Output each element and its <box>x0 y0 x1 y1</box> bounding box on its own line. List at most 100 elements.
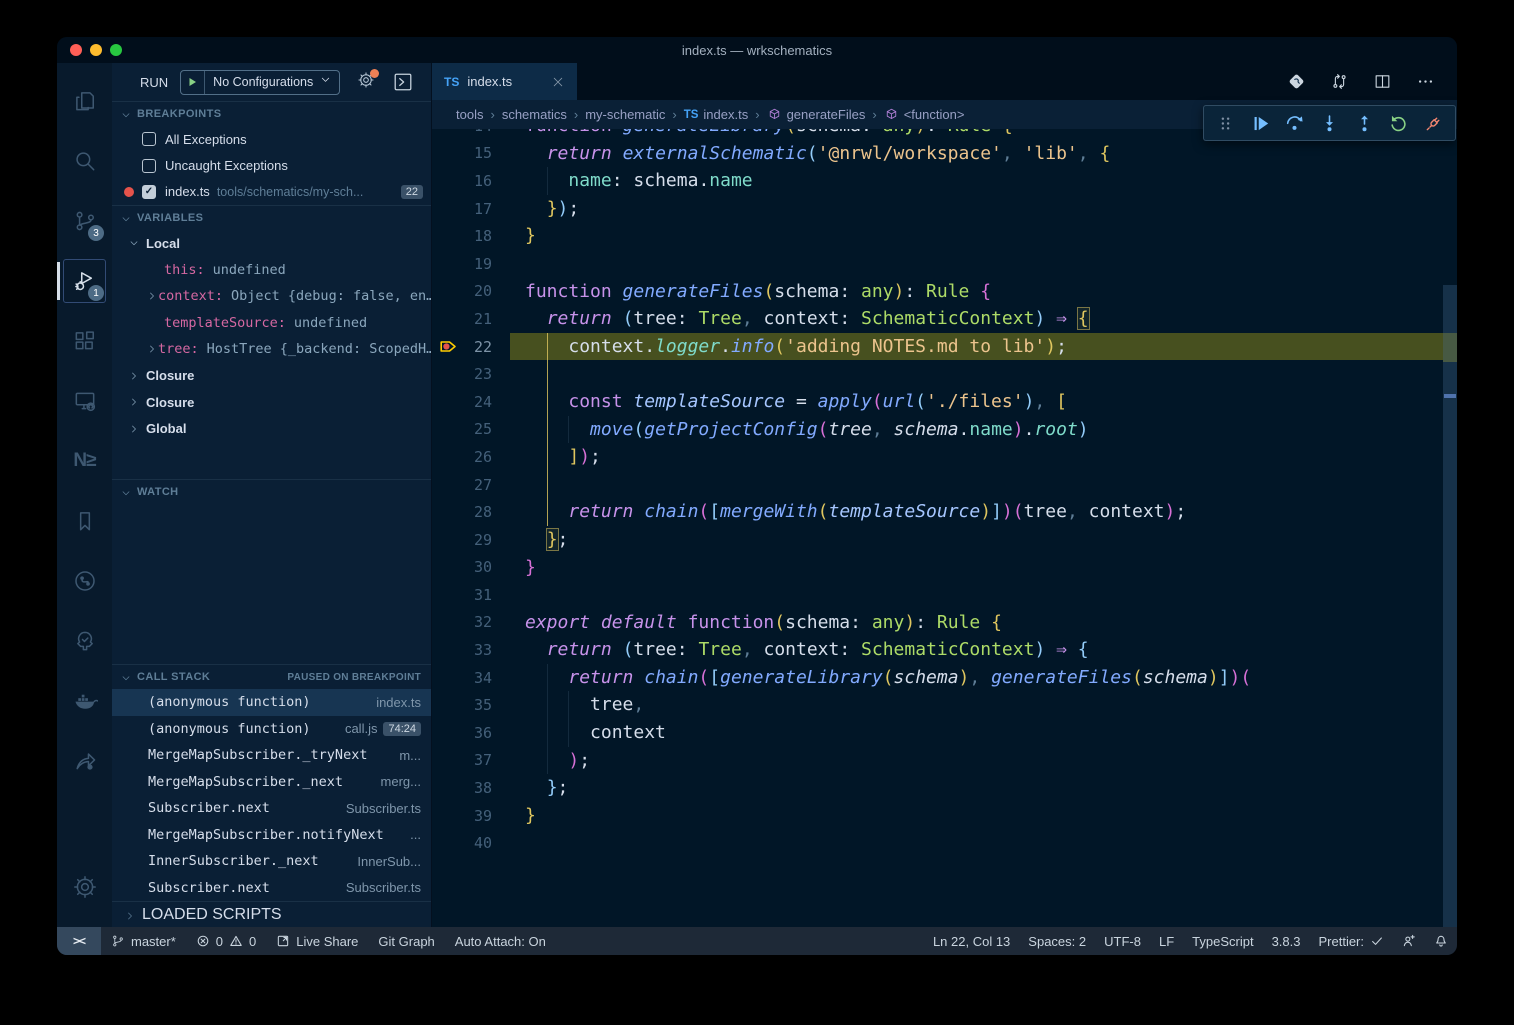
code-line[interactable]: 26 ]); <box>432 443 1457 471</box>
code-line[interactable]: 18} <box>432 222 1457 250</box>
activity-item-git-graph-circle[interactable] <box>57 551 112 611</box>
call-stack-frame[interactable]: MergeMapSubscriber.notifyNext... <box>112 822 431 849</box>
activity-item-share[interactable] <box>57 731 112 791</box>
gutter-line-34[interactable]: 34 <box>432 664 510 692</box>
loaded-scripts-header[interactable]: LOADED SCRIPTS <box>112 901 431 927</box>
breakpoint-checkbox[interactable]: ✓ <box>142 185 156 199</box>
code-line[interactable]: 37 ); <box>432 747 1457 775</box>
breadcrumb-item[interactable]: tools <box>456 107 483 122</box>
code-line[interactable]: 22 context.logger.info('adding NOTES.md … <box>432 333 1457 361</box>
code-text[interactable]: name: schema.name <box>510 167 1457 195</box>
activity-item-search[interactable] <box>57 131 112 191</box>
code-text[interactable]: tree, <box>510 691 1457 719</box>
drag-grip-icon[interactable] <box>1213 110 1239 136</box>
code-line[interactable]: 31 <box>432 581 1457 609</box>
variable-scope-global[interactable]: Global <box>112 416 431 443</box>
activity-item-bookmarks[interactable] <box>57 491 112 551</box>
code-text[interactable]: } <box>510 554 1457 582</box>
step-out-icon[interactable] <box>1351 110 1377 136</box>
gutter-line-30[interactable]: 30 <box>432 554 510 582</box>
code-viewport[interactable]: 14function generateLibrary(schema: any):… <box>432 129 1457 927</box>
gutter-line-23[interactable]: 23 <box>432 360 510 388</box>
call-stack-frame[interactable]: MergeMapSubscriber._nextmerg... <box>112 769 431 796</box>
step-over-icon[interactable] <box>1282 110 1308 136</box>
remote-indicator[interactable]: >< <box>57 927 101 955</box>
code-text[interactable] <box>510 360 1457 388</box>
gutter-line-20[interactable]: 20 <box>432 278 510 306</box>
code-text[interactable]: move(getProjectConfig(tree, schema.name)… <box>510 416 1457 444</box>
gutter-line-32[interactable]: 32 <box>432 609 510 637</box>
variables-header[interactable]: VARIABLES <box>112 206 431 230</box>
code-text[interactable]: } <box>510 802 1457 830</box>
call-stack-frame[interactable]: Subscriber.nextSubscriber.ts <box>112 875 431 902</box>
restart-icon[interactable] <box>1386 110 1412 136</box>
code-line[interactable]: 28 return chain([mergeWith(templateSourc… <box>432 498 1457 526</box>
code-line[interactable]: 21 return (tree: Tree, context: Schemati… <box>432 305 1457 333</box>
minimize-window-button[interactable] <box>90 44 102 56</box>
gutter-line-14[interactable]: 14 <box>432 129 510 140</box>
gutter-line-17[interactable]: 17 <box>432 195 510 223</box>
debug-toolbar[interactable] <box>1203 105 1456 141</box>
activity-item-remote-explorer[interactable] <box>57 371 112 431</box>
editor-scrollbar[interactable] <box>1443 129 1457 927</box>
statusbar-item-live-share[interactable]: Live Share <box>266 927 368 955</box>
gutter-line-24[interactable]: 24 <box>432 388 510 416</box>
activity-item-settings[interactable] <box>57 857 112 917</box>
breadcrumb-item[interactable]: <function> <box>884 107 965 122</box>
gutter-line-31[interactable]: 31 <box>432 581 510 609</box>
code-line[interactable]: 29 }; <box>432 526 1457 554</box>
code-text[interactable]: context <box>510 719 1457 747</box>
close-window-button[interactable] <box>70 44 82 56</box>
activity-item-files[interactable] <box>57 71 112 131</box>
variable-item[interactable]: templateSource:undefined <box>112 310 431 337</box>
statusbar-item-master-[interactable]: master* <box>101 927 186 955</box>
disconnect-icon[interactable] <box>1420 110 1446 136</box>
call-stack-frame[interactable]: (anonymous function)index.ts <box>112 689 431 716</box>
code-text[interactable]: } <box>510 222 1457 250</box>
gutter-line-37[interactable]: 37 <box>432 747 510 775</box>
statusbar-item-spaces-2[interactable]: Spaces: 2 <box>1019 927 1095 955</box>
continue-icon[interactable] <box>1247 110 1273 136</box>
code-line[interactable]: 15 return externalSchematic('@nrwl/works… <box>432 140 1457 168</box>
code-text[interactable]: export default function(schema: any): Ru… <box>510 609 1457 637</box>
statusbar-item-auto-attach-on[interactable]: Auto Attach: On <box>445 927 556 955</box>
gutter-line-22[interactable]: 22 <box>432 333 510 361</box>
gutter-line-39[interactable]: 39 <box>432 802 510 830</box>
launch-config-dropdown[interactable]: No Configurations <box>180 70 340 95</box>
code-line[interactable]: 36 context <box>432 719 1457 747</box>
variable-scope-local[interactable]: Local <box>112 230 431 257</box>
code-text[interactable] <box>510 250 1457 278</box>
code-line[interactable]: 32export default function(schema: any): … <box>432 609 1457 637</box>
gutter-line-18[interactable]: 18 <box>432 222 510 250</box>
statusbar-item-lf[interactable]: LF <box>1150 927 1183 955</box>
step-into-icon[interactable] <box>1317 110 1343 136</box>
maximize-window-button[interactable] <box>110 44 122 56</box>
activity-item-test-explorer[interactable] <box>57 611 112 671</box>
code-text[interactable]: ]); <box>510 443 1457 471</box>
breakpoint-checkbox[interactable] <box>142 159 156 173</box>
code-line[interactable]: 39} <box>432 802 1457 830</box>
configure-gear-button[interactable] <box>357 71 375 94</box>
code-text[interactable]: return chain([mergeWith(templateSource)]… <box>510 498 1457 526</box>
close-tab-icon[interactable] <box>551 75 565 89</box>
statusbar-item-3-8-3[interactable]: 3.8.3 <box>1263 927 1310 955</box>
call-stack-frame[interactable]: Subscriber.nextSubscriber.ts <box>112 795 431 822</box>
statusbar-item[interactable] <box>1393 927 1425 955</box>
gutter-line-21[interactable]: 21 <box>432 305 510 333</box>
gutter-line-16[interactable]: 16 <box>432 167 510 195</box>
gutter-line-27[interactable]: 27 <box>432 471 510 499</box>
variable-item[interactable]: tree:HostTree {_backend: ScopedH… <box>112 336 431 363</box>
gutter-line-38[interactable]: 38 <box>432 774 510 802</box>
breakpoint-checkbox[interactable] <box>142 132 156 146</box>
call-stack-frame[interactable]: (anonymous function)call.js74:24 <box>112 716 431 743</box>
statusbar-item-git-graph[interactable]: Git Graph <box>368 927 444 955</box>
traffic-lights[interactable] <box>70 44 122 56</box>
breadcrumb-item[interactable]: generateFiles <box>767 107 866 122</box>
variable-item[interactable]: this:undefined <box>112 257 431 284</box>
call-stack-header[interactable]: CALL STACK PAUSED ON BREAKPOINT <box>112 665 431 689</box>
activity-item-extensions[interactable] <box>57 311 112 371</box>
code-line[interactable]: 34 return chain([generateLibrary(schema)… <box>432 664 1457 692</box>
watch-header[interactable]: WATCH <box>112 480 431 504</box>
code-line[interactable]: 35 tree, <box>432 691 1457 719</box>
code-text[interactable]: context.logger.info('adding NOTES.md to … <box>510 333 1457 361</box>
